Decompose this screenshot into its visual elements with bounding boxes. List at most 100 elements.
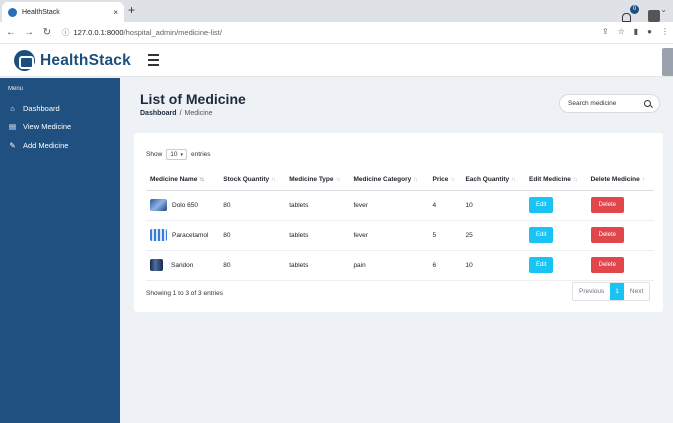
bookmark-star-icon[interactable]: ☆ — [618, 27, 625, 36]
logo[interactable]: HealthStack — [14, 50, 131, 71]
stock-cell: 80 — [219, 250, 286, 281]
sort-icon: ↑↓ — [271, 176, 276, 183]
medicine-name-cell: Dolo 650 — [146, 190, 220, 221]
entries-select[interactable]: 10 ▾ — [166, 149, 188, 160]
search-input[interactable] — [568, 100, 643, 107]
pagination: Previous 1 Next — [572, 282, 651, 301]
chevron-down-icon: ▾ — [180, 151, 184, 158]
sidebar-menu-label: Menu — [8, 86, 24, 92]
tab-search-icon[interactable]: ⌄ — [660, 5, 667, 14]
sidebar-item-label: Dashboard — [23, 104, 60, 113]
stock-cell: 80 — [219, 190, 286, 221]
breadcrumb: Dashboard / Medicine — [140, 110, 213, 117]
browser-tab[interactable]: HealthStack × — [2, 2, 124, 22]
type-cell: tablets — [285, 190, 350, 221]
document-icon: ▤ — [8, 122, 17, 131]
price-cell: 6 — [428, 250, 462, 281]
edit-button[interactable]: Edit — [529, 227, 554, 243]
favicon-icon — [8, 7, 17, 17]
type-cell: tablets — [285, 220, 350, 251]
pagination-previous[interactable]: Previous — [573, 283, 610, 300]
column-header-price[interactable]: Price ↑↓ — [428, 169, 462, 191]
avatar[interactable] — [648, 10, 660, 22]
search-icon[interactable] — [644, 100, 651, 107]
sort-icon: ↑↓ — [450, 176, 455, 183]
each-quantity-cell: 10 — [461, 190, 526, 221]
sidebar-item-view-medicine[interactable]: ▤ View Medicine — [8, 122, 71, 131]
medicine-thumbnail — [150, 259, 163, 271]
close-tab-icon[interactable]: × — [113, 8, 118, 17]
medicine-list-card: Show 10 ▾ entries Medicine Name ↑↓ Stock … — [134, 133, 663, 312]
page-title: List of Medicine — [140, 91, 246, 107]
column-header-medicine-name[interactable]: Medicine Name ↑↓ — [146, 169, 220, 191]
each-quantity-cell: 10 — [461, 250, 526, 281]
logo-text: HealthStack — [40, 51, 131, 69]
info-icon: ⓘ — [62, 28, 70, 37]
table-row: Paracetamol 80 tablets fever 5 25 Edit D… — [146, 220, 654, 251]
menu-toggle-icon[interactable] — [148, 54, 159, 69]
sidebar-item-dashboard[interactable]: ⌂ Dashboard — [8, 104, 60, 113]
breadcrumb-home[interactable]: Dashboard — [140, 110, 177, 117]
medicine-name-cell: Paracetamol — [146, 220, 220, 251]
breadcrumb-current: Medicine — [184, 110, 213, 117]
home-icon: ⌂ — [10, 104, 15, 113]
column-header-delete-medicine[interactable]: Delete Medicine ↑ — [586, 169, 654, 191]
edit-cell: Edit — [525, 250, 587, 281]
edit-button[interactable]: Edit — [529, 257, 554, 273]
browser-menu-icon[interactable]: ⋮ — [661, 27, 669, 36]
sidebar-item-add-medicine[interactable]: ✎ Add Medicine — [8, 141, 68, 150]
delete-button[interactable]: Delete — [590, 257, 624, 273]
medicine-table: Medicine Name ↑↓ Stock Quantity ↑↓ Medicin… — [146, 169, 654, 281]
browser-tab-bar: HealthStack × + ⌄ — [0, 0, 673, 22]
entries-label: entries — [191, 151, 211, 158]
url-host: 127.0.0.1:8000 — [73, 28, 124, 37]
show-label: Show — [146, 151, 163, 158]
profile-icon[interactable]: ● — [647, 27, 652, 36]
sort-icon: ↑↓ — [572, 176, 578, 183]
delete-button[interactable]: Delete — [590, 227, 624, 243]
pencil-icon: ✎ — [9, 141, 16, 150]
forward-icon[interactable]: → — [22, 27, 36, 38]
edit-cell: Edit — [525, 220, 587, 251]
logo-icon — [14, 50, 35, 71]
new-tab-button[interactable]: + — [128, 3, 135, 17]
table-row: Dolo 650 80 tablets fever 4 10 Edit Dele… — [146, 190, 654, 221]
delete-cell: Delete — [586, 250, 654, 281]
price-cell: 4 — [428, 190, 462, 221]
column-header-edit-medicine[interactable]: Edit Medicine ↑↓ — [525, 169, 587, 191]
back-icon[interactable]: ← — [4, 27, 18, 38]
column-header-stock-quantity[interactable]: Stock Quantity ↑↓ — [219, 169, 286, 191]
url-path: /hospital_admin/medicine-list/ — [123, 28, 222, 37]
address-bar: ← → ↻ ⓘ 127.0.0.1:8000/hospital_admin/me… — [0, 22, 673, 44]
sidebar-item-label: Add Medicine — [23, 141, 69, 150]
category-cell: pain — [349, 250, 429, 281]
sidebar: Menu ⌂ Dashboard ▤ View Medicine ✎ Add M… — [0, 78, 120, 423]
edit-button[interactable]: Edit — [529, 197, 554, 213]
column-header-medicine-category[interactable]: Medicine Category ↑↓ — [349, 169, 429, 191]
side-widget[interactable] — [662, 48, 673, 76]
medicine-name-cell: Saridon — [146, 250, 220, 281]
pagination-next[interactable]: Next — [624, 283, 649, 300]
breadcrumb-separator: / — [179, 110, 182, 117]
entries-length-control: Show 10 ▾ entries — [146, 149, 211, 160]
sidepanel-icon[interactable]: ▮ — [634, 27, 638, 36]
medicine-thumbnail — [150, 199, 167, 211]
column-header-each-quantity[interactable]: Each Quantity ↑↓ — [461, 169, 526, 191]
sidebar-item-label: View Medicine — [23, 122, 72, 131]
sort-icon: ↑↓ — [511, 176, 516, 183]
table-info: Showing 1 to 3 of 3 entries — [146, 290, 223, 297]
delete-button[interactable]: Delete — [590, 197, 624, 213]
notification-bell-icon[interactable] — [621, 11, 631, 22]
price-cell: 5 — [428, 220, 462, 251]
each-quantity-cell: 25 — [461, 220, 526, 251]
delete-cell: Delete — [586, 220, 654, 251]
column-header-medicine-type[interactable]: Medicine Type ↑↓ — [285, 169, 350, 191]
reload-icon[interactable]: ↻ — [40, 27, 54, 38]
stock-cell: 80 — [219, 220, 286, 251]
category-cell: fever — [349, 220, 429, 251]
category-cell: fever — [349, 190, 429, 221]
share-icon[interactable]: ⇪ — [602, 27, 609, 36]
app-header: HealthStack — [0, 44, 673, 77]
url-field[interactable]: ⓘ 127.0.0.1:8000/hospital_admin/medicine… — [62, 27, 222, 38]
pagination-page-1[interactable]: 1 — [610, 283, 624, 300]
